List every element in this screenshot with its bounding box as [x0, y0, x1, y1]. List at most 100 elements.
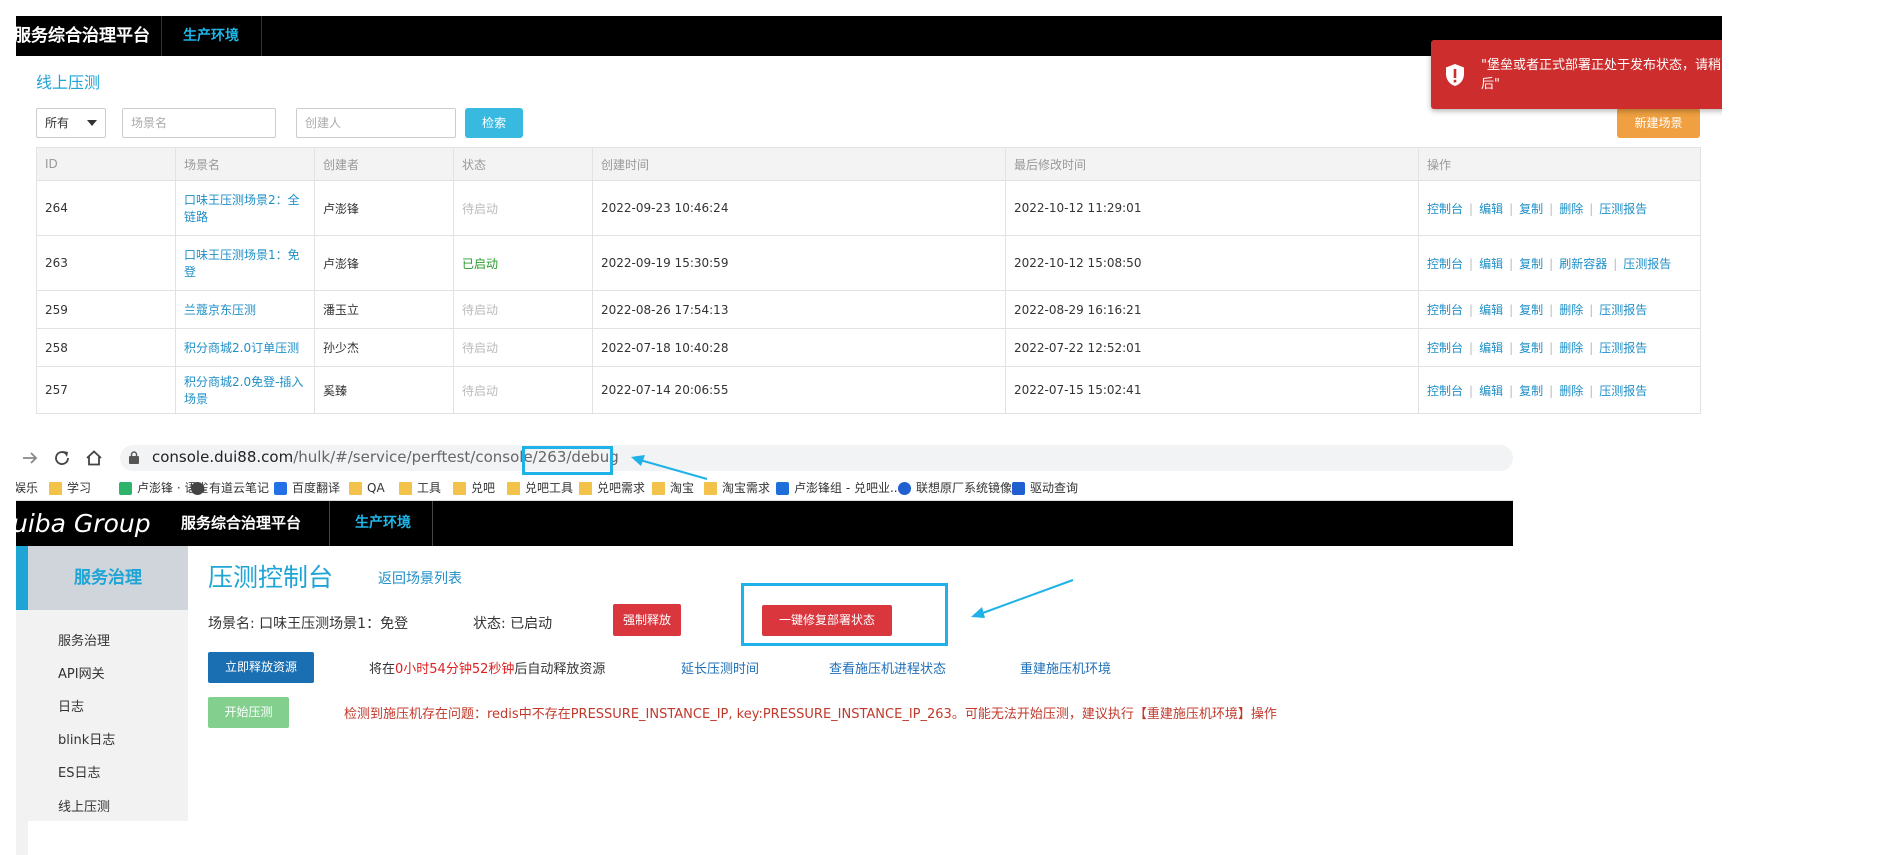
bookmark-item[interactable]: QA — [349, 480, 385, 496]
nav-divider — [161, 16, 162, 56]
search-button[interactable]: 检索 — [465, 108, 523, 138]
scene-name-link[interactable]: 积分商城2.0免登-插入场景 — [184, 375, 303, 406]
platform-brand[interactable]: 服务综合治理平台 — [16, 16, 170, 56]
action-link[interactable]: 复制 — [1519, 202, 1543, 216]
action-link[interactable]: 复制 — [1519, 257, 1543, 271]
modified-time-cell: 2022-07-22 12:52:01 — [1005, 328, 1419, 367]
page-title: 线上压测 — [36, 73, 101, 92]
start-test-button[interactable]: 开始压测 — [208, 697, 289, 728]
force-release-button[interactable]: 强制释放 — [613, 604, 681, 636]
bookmark-item[interactable]: 卢澎锋组 - 兑吧业... — [776, 480, 901, 496]
status-badge-cell: 已启动 — [453, 235, 593, 291]
new-scene-button[interactable]: 新建场景 — [1617, 108, 1700, 138]
extend-time-link[interactable]: 延长压测时间 — [681, 658, 759, 677]
action-link[interactable]: 编辑 — [1479, 202, 1503, 216]
column-header[interactable]: 操作 — [1418, 147, 1701, 181]
creator-input[interactable]: 创建人 — [296, 108, 456, 138]
env-tab[interactable]: 生产环境 — [183, 16, 239, 56]
lock-icon[interactable] — [129, 451, 139, 464]
action-link[interactable]: 压测报告 — [1599, 303, 1647, 317]
screenshot-root: 服务综合治理平台 生产环境 线上压测 所有 场景名 创建人 检索 新建场景 ID… — [0, 0, 1888, 855]
forward-icon[interactable] — [20, 448, 40, 468]
bookmark-item[interactable]: 兑吧需求 — [579, 480, 645, 496]
bookmark-item[interactable]: 工具 — [399, 480, 441, 496]
column-header[interactable]: 场景名 — [175, 147, 315, 181]
action-link[interactable]: 复制 — [1519, 303, 1543, 317]
rebuild-env-link[interactable]: 重建施压机环境 — [1020, 658, 1111, 677]
action-link[interactable]: 控制台 — [1427, 303, 1463, 317]
action-link[interactable]: 压测报告 — [1599, 341, 1647, 355]
table-row: 264 口味王压测场景2：全链路 卢澎锋 待启动 2022-09-23 10:46:24… — [36, 180, 1701, 236]
release-suffix: 后自动释放资源 — [514, 662, 606, 677]
column-header[interactable]: ID — [36, 147, 176, 181]
action-link[interactable]: 删除 — [1559, 202, 1583, 216]
action-link[interactable]: 控制台 — [1427, 341, 1463, 355]
view-process-link[interactable]: 查看施压机进程状态 — [829, 658, 946, 677]
reload-icon[interactable] — [52, 448, 72, 468]
bookmark-item[interactable]: 有道云笔记 — [191, 480, 269, 496]
action-link[interactable]: 压测报告 — [1599, 384, 1647, 398]
scene-name-link[interactable]: 口味王压测场景1：免登 — [184, 248, 300, 279]
baidu-translate-icon — [274, 482, 287, 495]
sidebar-item-service[interactable]: 服务治理 — [58, 630, 110, 649]
home-icon[interactable] — [84, 448, 104, 468]
sidebar-item-es-log[interactable]: ES日志 — [58, 762, 100, 781]
bookmarks-bar: 娱乐 学习 卢澎锋 · 语雀 有道云笔记 百度翻译 QA 工具 兑吧 兑吧工具 兑吧需求 淘宝 淘宝需… — [16, 474, 1513, 501]
platform-brand[interactable]: 服务综合治理平台 — [181, 501, 301, 546]
release-now-button[interactable]: 立即释放资源 — [208, 652, 314, 683]
action-link[interactable]: 控制台 — [1427, 384, 1463, 398]
action-link[interactable]: 删除 — [1559, 384, 1583, 398]
bookmark-item[interactable]: 娱乐 — [16, 480, 38, 496]
action-link[interactable]: 编辑 — [1479, 303, 1503, 317]
toast-message: "堡垒或者正式部署正处于发布状态，请稍后" — [1481, 58, 1721, 92]
actions-cell: 控制台 | 编辑 | 复制 | 删除 | 压测报告 — [1418, 180, 1701, 236]
action-link[interactable]: 编辑 — [1479, 257, 1503, 271]
bookmark-item[interactable]: 兑吧 — [453, 480, 495, 496]
action-link[interactable]: 复制 — [1519, 341, 1543, 355]
sidebar-item-blink-log[interactable]: blink日志 — [58, 729, 115, 748]
action-separator: | — [1549, 256, 1554, 271]
action-link[interactable]: 删除 — [1559, 341, 1583, 355]
created-time: 2022-09-19 15:30:59 — [601, 256, 729, 270]
action-link[interactable]: 刷新容器 — [1559, 257, 1607, 271]
sidebar-item-log[interactable]: 日志 — [58, 696, 84, 715]
action-link[interactable]: 控制台 — [1427, 257, 1463, 271]
sidebar-item-online-stress[interactable]: 线上压测 — [58, 796, 110, 815]
bookmark-item[interactable]: 学习 — [49, 480, 91, 496]
bookmark-item[interactable]: 兑吧工具 — [507, 480, 573, 496]
action-link[interactable]: 控制台 — [1427, 202, 1463, 216]
modified-time-cell: 2022-07-15 15:02:41 — [1005, 366, 1419, 414]
scene-name-input[interactable]: 场景名 — [122, 108, 276, 138]
action-link[interactable]: 压测报告 — [1599, 202, 1647, 216]
action-link[interactable]: 编辑 — [1479, 384, 1503, 398]
sidebar-item-api-gateway[interactable]: API网关 — [58, 663, 105, 682]
column-header[interactable]: 创建者 — [314, 147, 454, 181]
bookmark-item[interactable]: 驱动查询 — [1012, 480, 1078, 496]
scene-name-link[interactable]: 口味王压测场景2：全链路 — [184, 193, 300, 224]
scene-name-link[interactable]: 积分商城2.0订单压测 — [184, 341, 299, 355]
env-tab[interactable]: 生产环境 — [355, 501, 411, 546]
action-separator: | — [1549, 303, 1554, 317]
created-time-cell: 2022-08-26 17:54:13 — [592, 290, 1006, 329]
action-separator: | — [1589, 201, 1594, 216]
column-header[interactable]: 创建时间 — [592, 147, 1006, 181]
action-link[interactable]: 编辑 — [1479, 341, 1503, 355]
back-to-list-link[interactable]: 返回场景列表 — [378, 568, 462, 588]
company-logo[interactable]: uiba Group — [16, 501, 151, 546]
action-link[interactable]: 压测报告 — [1623, 257, 1671, 271]
modified-time-cell: 2022-10-12 15:08:50 — [1005, 235, 1419, 291]
action-link[interactable]: 删除 — [1559, 303, 1583, 317]
column-header[interactable]: 最后修改时间 — [1005, 147, 1419, 181]
bookmark-item[interactable]: 淘宝 — [652, 480, 694, 496]
status-select[interactable]: 所有 — [36, 108, 106, 138]
folder-icon — [579, 482, 592, 495]
bookmark-item[interactable]: 淘宝需求 — [704, 480, 770, 496]
column-header[interactable]: 状态 — [453, 147, 593, 181]
bookmark-item[interactable]: 联想原厂系统镜像 — [898, 480, 1012, 496]
scene-id-cell: 258 — [36, 328, 176, 367]
scene-name-link[interactable]: 兰蔻京东压测 — [184, 303, 256, 317]
sidebar-header[interactable]: 服务治理 — [28, 546, 188, 610]
action-link[interactable]: 复制 — [1519, 384, 1543, 398]
bookmark-item[interactable]: 百度翻译 — [274, 480, 340, 496]
bookmark-label: 有道云笔记 — [209, 481, 270, 495]
